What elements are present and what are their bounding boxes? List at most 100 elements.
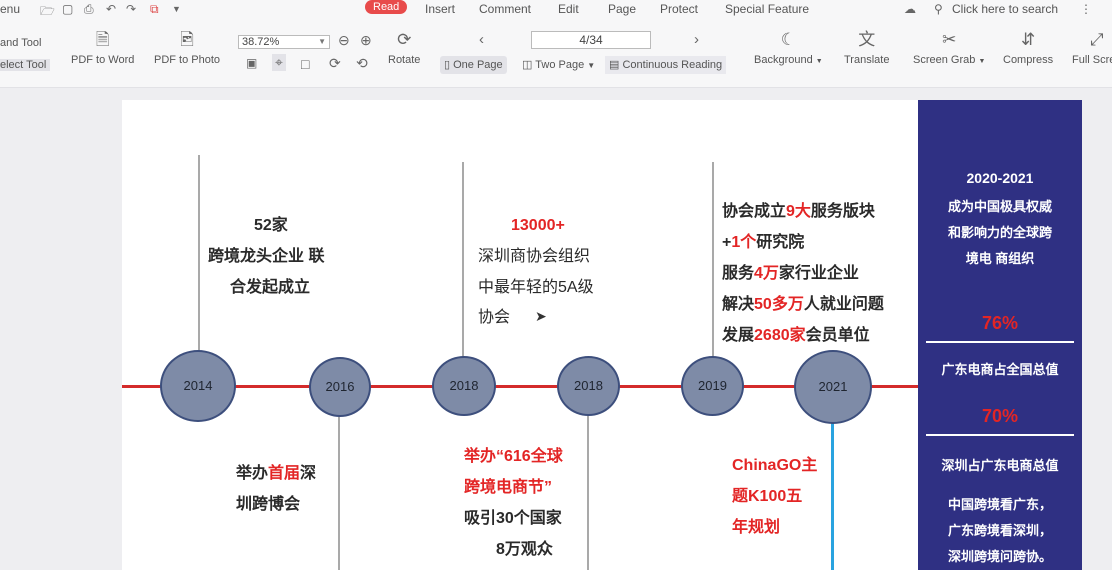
screen-grab-icon: ✂ xyxy=(942,30,957,49)
menu-bar: enu 🗁 ▢ ⎙ ↶ ↷ ⧉ ▼ Read Insert Comment Ed… xyxy=(0,0,1112,18)
text-2018-line2: 深圳商协会组织 xyxy=(478,248,591,265)
tab-read[interactable]: Read xyxy=(365,0,408,14)
previous-page-icon[interactable]: ‹ xyxy=(479,31,484,48)
share-icon[interactable]: ⧉ xyxy=(150,2,159,17)
screen-grab-label: Screen Grab xyxy=(913,54,976,66)
cloud-icon[interactable]: ☁ xyxy=(904,2,916,16)
zoom-select[interactable]: 38.72% ▼ xyxy=(238,35,330,49)
chevron-down-icon[interactable]: ▼ xyxy=(172,4,181,14)
menu-button[interactable]: enu xyxy=(0,2,20,16)
more-icon[interactable]: ⋮ xyxy=(1080,2,1092,16)
full-screen-label: Full Scre xyxy=(1072,54,1112,66)
one-page-button[interactable]: ▯ One Page xyxy=(440,56,507,74)
screen-grab-button[interactable]: ✂ Screen Grab ▼ xyxy=(913,30,985,66)
search-input[interactable]: Click here to search xyxy=(952,2,1058,16)
page-number-input[interactable]: 4/34 xyxy=(531,31,651,49)
fit-page-icon[interactable]: ▣ xyxy=(246,56,257,70)
tab-protect[interactable]: Protect xyxy=(660,2,698,16)
translate-icon: 文 xyxy=(858,30,876,49)
text-2019-part: 发展 xyxy=(722,327,755,344)
two-page-label: Two Page xyxy=(535,59,585,71)
redo-icon[interactable]: ↷ xyxy=(126,2,136,16)
chevron-down-icon: ▼ xyxy=(587,61,596,70)
zoom-in-icon[interactable]: ⊕ xyxy=(360,32,372,49)
continuous-reading-label: Continuous Reading xyxy=(622,59,723,71)
pdf-to-word-icon: 🗎 xyxy=(95,30,110,49)
text-2019-highlight: 2680家 xyxy=(754,327,806,344)
text-2018-count: 13000+ xyxy=(511,217,565,234)
connector-line xyxy=(587,410,589,570)
text-2016-held: 举办 xyxy=(236,465,269,482)
background-label: Background xyxy=(754,54,813,66)
continuous-reading-button[interactable]: ▤ Continuous Reading xyxy=(605,56,727,74)
continuous-reading-icon: ▤ xyxy=(609,59,620,71)
moon-icon: ☾ xyxy=(780,30,796,49)
text-2019-highlight: 4万 xyxy=(754,265,779,282)
fit-width-icon[interactable]: ⌖ xyxy=(272,54,286,71)
text-2021-line1: ChinaGO主 xyxy=(732,457,818,474)
text-2014-count: 52家 xyxy=(254,217,288,234)
panel-pct-2: 70% xyxy=(981,406,1019,426)
panel-desc-3: 境电 商组织 xyxy=(965,251,1035,266)
panel-divider xyxy=(926,434,1074,436)
tab-special-feature[interactable]: Special Feature xyxy=(725,2,809,16)
tab-page[interactable]: Page xyxy=(608,2,636,16)
compress-button[interactable]: ⇵ Compress xyxy=(1003,30,1053,66)
text-2019-part: + xyxy=(722,234,732,251)
two-page-icon: ◫ xyxy=(522,59,533,71)
full-screen-button[interactable]: ⤢ Full Scre xyxy=(1072,30,1112,66)
select-tool-button[interactable]: elect Tool xyxy=(0,59,51,71)
next-page-icon[interactable]: › xyxy=(694,31,699,48)
compress-label: Compress xyxy=(1003,54,1054,66)
undo-icon[interactable]: ↶ xyxy=(106,2,116,16)
text-2019-line4: 解决50多万人就业问题 xyxy=(722,289,884,320)
text-2018-line3: 中最年轻的5A级 xyxy=(478,279,594,296)
actual-size-icon[interactable]: □ xyxy=(301,56,309,72)
rotate-right-icon[interactable]: ⟲ xyxy=(356,55,368,72)
text-2019-part: 研究院 xyxy=(756,234,805,251)
two-page-button[interactable]: ◫ Two Page ▼ xyxy=(518,56,599,74)
zoom-value: 38.72% xyxy=(242,36,280,48)
rotate-left-icon[interactable]: ⟳ xyxy=(329,55,341,72)
text-2019-line1: 协会成立9大服务版块 xyxy=(722,196,875,227)
connector-line xyxy=(831,420,834,570)
connector-line xyxy=(462,162,464,385)
pdf-to-photo-label: PDF to Photo xyxy=(154,54,221,66)
one-page-label: One Page xyxy=(453,59,503,71)
text-2016-line1: 举办首届深 xyxy=(236,458,316,489)
pdf-to-word-label: PDF to Word xyxy=(71,54,135,66)
text-2019-highlight: 50多万 xyxy=(754,296,804,313)
open-icon[interactable]: 🗁 xyxy=(40,2,55,23)
text-2021-line3: 年规划 xyxy=(732,519,781,536)
timeline-node-2021: 2021 xyxy=(794,350,872,424)
text-2019-line3: 服务4万家行业企业 xyxy=(722,258,859,289)
text-2016-first: 首届 xyxy=(268,465,301,482)
text-2021-line2: 题K100五 xyxy=(732,488,803,505)
text-2018-line4: 协会 xyxy=(478,309,511,326)
mouse-cursor-icon: ➤ xyxy=(535,308,547,324)
document-page: 2014 2016 2018 2018 2019 2021 52家 跨境龙头企业… xyxy=(122,100,1082,570)
pdf-to-photo-button[interactable]: 🖻 PDF to Photo xyxy=(154,30,220,66)
panel-footer-1: 中国跨境看广东， xyxy=(947,497,1052,512)
tab-comment[interactable]: Comment xyxy=(479,2,531,16)
panel-desc-2: 和影响力的全球跨 xyxy=(947,225,1052,240)
tab-edit[interactable]: Edit xyxy=(558,2,579,16)
background-button[interactable]: ☾ Background ▼ xyxy=(754,30,823,66)
text-2019-part: 会员单位 xyxy=(805,327,870,344)
translate-button[interactable]: 文 Translate xyxy=(844,30,889,66)
timeline-node-2016: 2016 xyxy=(309,357,371,417)
rotate-label: Rotate xyxy=(388,54,421,66)
timeline-node-2014: 2014 xyxy=(160,350,236,422)
chevron-down-icon: ▼ xyxy=(815,58,823,65)
one-page-icon: ▯ xyxy=(444,59,451,71)
rotate-button[interactable]: ⟳ Rotate xyxy=(388,30,420,66)
text-2019-part: 服务 xyxy=(722,265,755,282)
pdf-to-word-button[interactable]: 🗎 PDF to Word xyxy=(71,30,134,66)
hand-tool-button[interactable]: and Tool xyxy=(0,37,41,49)
tab-insert[interactable]: Insert xyxy=(425,2,455,16)
panel-footer-3: 深圳跨境问跨协。 xyxy=(947,549,1052,564)
panel-divider xyxy=(926,341,1074,343)
print-icon[interactable]: ⎙ xyxy=(84,2,94,17)
save-icon[interactable]: ▢ xyxy=(62,2,73,16)
zoom-out-icon[interactable]: ⊖ xyxy=(338,32,350,49)
